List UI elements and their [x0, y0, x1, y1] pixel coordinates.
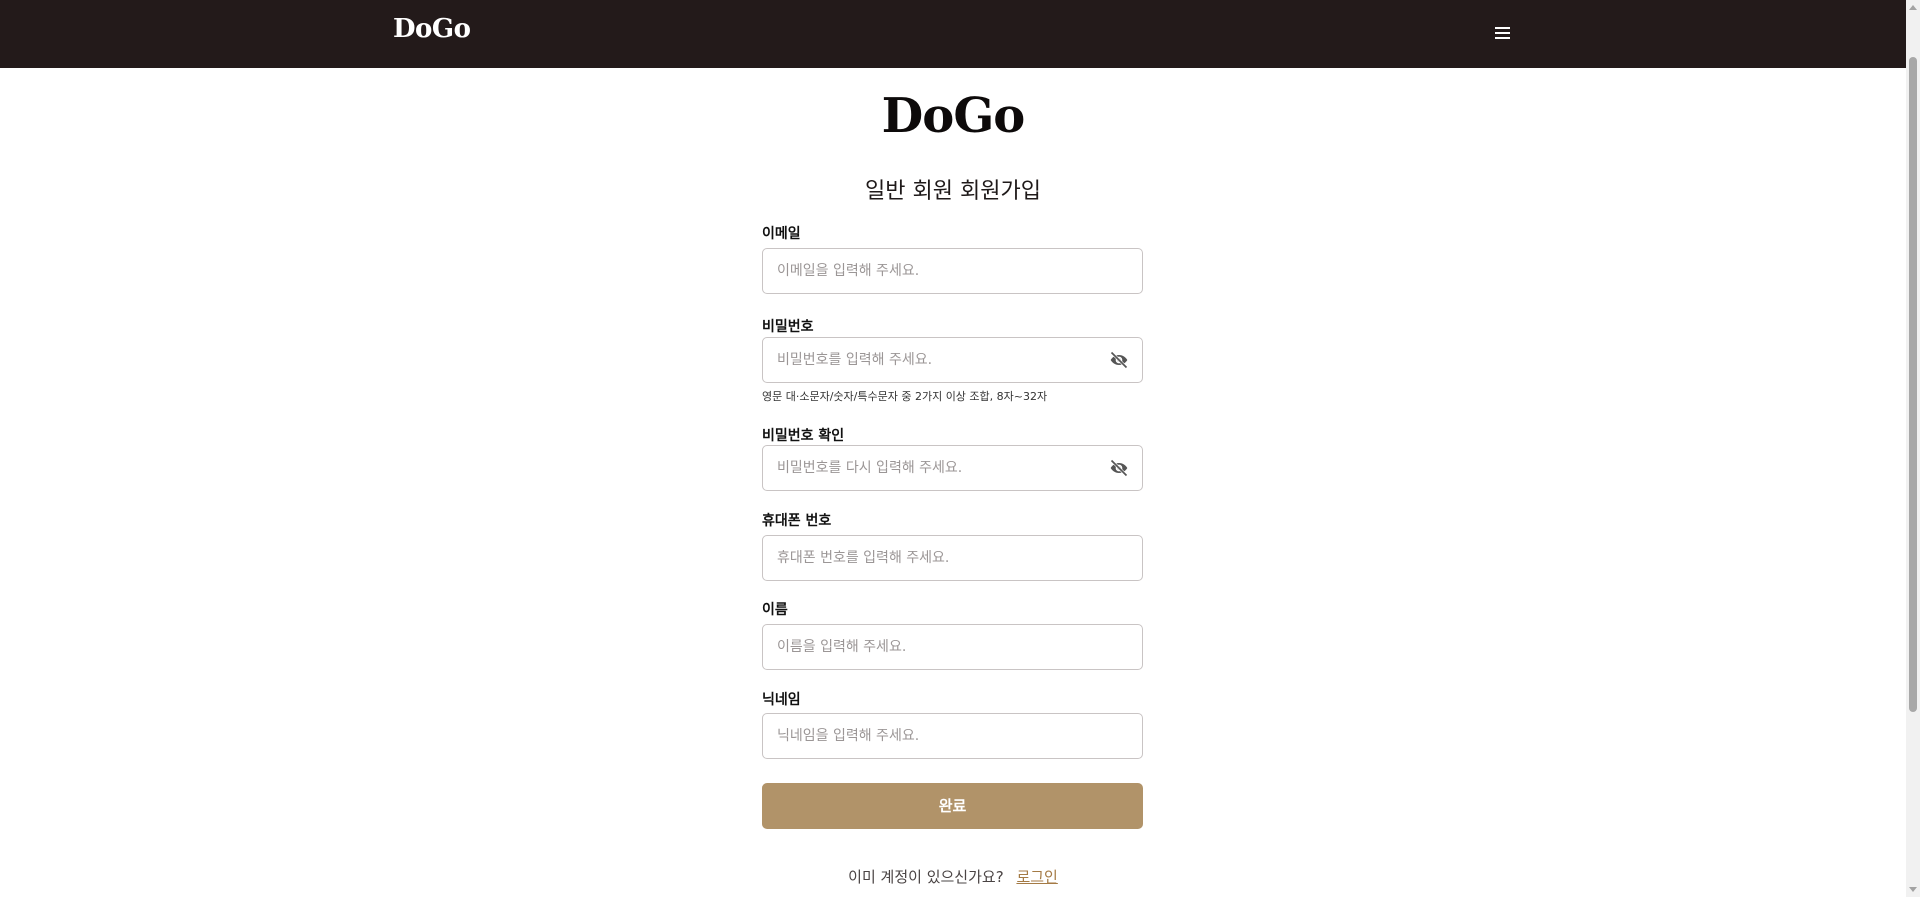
name-label: 이름	[762, 602, 788, 618]
nickname-field-box	[762, 713, 1143, 759]
eye-slash-icon[interactable]	[1108, 350, 1130, 370]
login-link[interactable]: 로그인	[1016, 868, 1057, 886]
nickname-input[interactable]	[775, 714, 1105, 758]
email-field-box	[762, 248, 1143, 294]
password-confirm-field-box	[762, 445, 1143, 491]
header-logo[interactable]: DoGo	[393, 14, 471, 44]
nickname-label: 닉네임	[762, 692, 801, 708]
login-prompt: 이미 계정이 있으신가요? 로그인	[0, 866, 1906, 887]
phone-label: 휴대폰 번호	[762, 513, 832, 529]
eye-slash-icon[interactable]	[1108, 458, 1130, 478]
scroll-up-arrow-icon[interactable]	[1909, 5, 1917, 10]
name-field-box	[762, 624, 1143, 670]
top-navigation-bar: DoGo	[0, 0, 1906, 68]
phone-input[interactable]	[775, 536, 1105, 580]
password-field-box	[762, 337, 1143, 383]
hamburger-menu-icon[interactable]	[1490, 22, 1516, 44]
scroll-down-arrow-icon[interactable]	[1909, 887, 1917, 892]
brand-logo: DoGo	[881, 88, 1026, 144]
password-confirm-label: 비밀번호 확인	[762, 428, 845, 444]
email-input[interactable]	[775, 249, 1105, 293]
password-label: 비밀번호	[762, 319, 814, 335]
password-hint: 영문 대·소문자/숫자/특수문자 중 2가지 이상 조합, 8자~32자	[762, 390, 1048, 403]
password-confirm-input[interactable]	[775, 446, 1105, 490]
password-input[interactable]	[775, 338, 1105, 382]
phone-field-box	[762, 535, 1143, 581]
email-label: 이메일	[762, 226, 801, 242]
login-question: 이미 계정이 있으신가요?	[848, 868, 1004, 886]
scrollbar-thumb[interactable]	[1909, 57, 1917, 712]
page-title: 일반 회원 회원가입	[865, 179, 1041, 204]
vertical-scrollbar[interactable]	[1906, 0, 1920, 897]
name-input[interactable]	[775, 625, 1105, 669]
submit-button[interactable]: 완료	[762, 783, 1143, 829]
